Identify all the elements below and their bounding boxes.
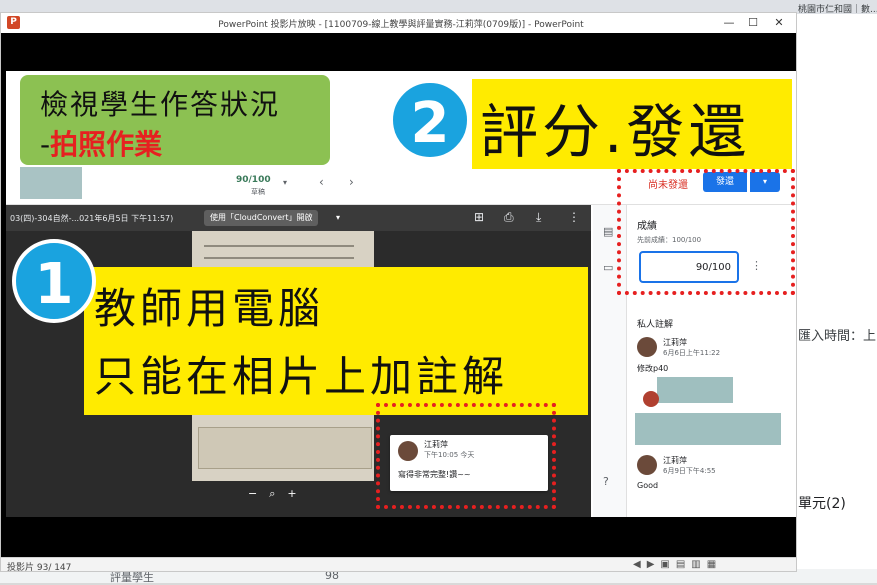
more-options-icon[interactable]: ⋮	[568, 210, 580, 224]
maximize-button[interactable]: ☐	[741, 15, 765, 31]
subheading-highlight: 拍照作業	[50, 128, 163, 161]
chat-icon[interactable]: ▭	[603, 261, 613, 274]
comment-time: 6月6日上午11:22	[663, 349, 721, 357]
slide-heading: 檢視學生作答狀況	[40, 88, 281, 121]
photo-text-line	[204, 257, 354, 259]
step-number-2: 2	[389, 79, 471, 161]
comment-highlight-frame	[376, 403, 556, 509]
browser-tab[interactable]: 桃園市仁和國｜數...	[798, 2, 877, 15]
student-thumbnail[interactable]	[20, 167, 82, 199]
slide-subheading: -拍照作業	[40, 123, 162, 163]
open-with-dropdown-icon[interactable]: ▾	[336, 213, 340, 222]
close-button[interactable]: ✕	[767, 15, 791, 31]
subheading-dash: -	[40, 128, 51, 161]
redacted-comment	[657, 377, 733, 403]
comment-time: 6月9日下午4:55	[663, 467, 716, 475]
minimize-button[interactable]: —	[717, 15, 741, 31]
zoom-controls[interactable]: −⌕+	[248, 487, 328, 505]
document-icon[interactable]: ▤	[603, 225, 613, 238]
step-number-1: 1	[12, 239, 96, 323]
student-dropdown-icon[interactable]: ▾	[283, 178, 287, 187]
student-score: 90/100	[236, 175, 271, 185]
help-icon[interactable]: ?	[603, 475, 609, 488]
slideshow-statusbar: 投影片 93/ 147 ◀▶▣▤▥▦	[1, 557, 796, 572]
window-titlebar: P PowerPoint 投影片放映 - [1100709-線上教學與評量實務-…	[1, 13, 796, 33]
add-comment-icon[interactable]: ⊞	[474, 210, 484, 224]
powerpoint-icon: P	[7, 16, 20, 29]
grade-highlight-frame	[617, 169, 795, 295]
photo-text-line	[204, 245, 354, 247]
window-title: PowerPoint 投影片放映 - [1100709-線上教學與評量實務-江莉…	[218, 20, 584, 30]
view-controls[interactable]: ◀▶▣▤▥▦	[633, 559, 722, 570]
comment-author: 江莉萍	[663, 456, 687, 465]
grade-status: 草稿	[251, 188, 265, 196]
print-icon[interactable]: ⎙	[504, 210, 514, 225]
private-comment: 江莉萍 6月9日下午4:55 Good	[637, 455, 787, 495]
powerpoint-slideshow-window: P PowerPoint 投影片放映 - [1100709-線上教學與評量實務-…	[0, 12, 797, 572]
slide: 90/100 草稿 ▾ ‹ › 尚未發還 發還 ▾ 03(四)-304自然-..…	[6, 71, 796, 517]
avatar	[637, 455, 657, 475]
slide-counter: 投影片 93/ 147	[7, 563, 72, 572]
next-student-button[interactable]: ›	[349, 175, 354, 189]
step-2-title: 評分.發還	[480, 98, 751, 166]
comment-text: Good	[637, 481, 659, 490]
comment-author: 江莉萍	[663, 338, 687, 347]
step-2-title-box: 評分.發還	[472, 79, 792, 169]
open-with-button[interactable]: 使用「CloudConvert」開啟	[204, 210, 319, 226]
step-1-callout: 教師用電腦 只能在相片上加註解	[84, 267, 588, 415]
slide-heading-box: 檢視學生作答狀況 -拍照作業	[20, 75, 330, 165]
step-1-line-1: 教師用電腦	[94, 284, 325, 333]
step-1-line-2: 只能在相片上加註解	[94, 352, 509, 401]
avatar	[643, 391, 659, 407]
redacted-comment	[635, 413, 781, 445]
avatar	[637, 337, 657, 357]
photo-table	[198, 427, 372, 469]
unit-label: 單元(2)	[798, 496, 846, 512]
private-comments-label: 私人註解	[637, 320, 674, 330]
import-time-label: 匯入時間：上	[798, 329, 877, 344]
comment-text: 修改p40	[637, 364, 669, 373]
previous-student-button[interactable]: ‹	[319, 175, 324, 189]
viewer-toolbar: 03(四)-304自然-...021年6月5日 下午11:57) 使用「Clou…	[6, 205, 591, 231]
download-icon[interactable]: ⤓	[536, 210, 541, 225]
private-comment: 江莉萍 6月6日上午11:22 修改p40	[637, 337, 787, 377]
file-name: 03(四)-304自然-...021年6月5日 下午11:57)	[10, 214, 174, 223]
